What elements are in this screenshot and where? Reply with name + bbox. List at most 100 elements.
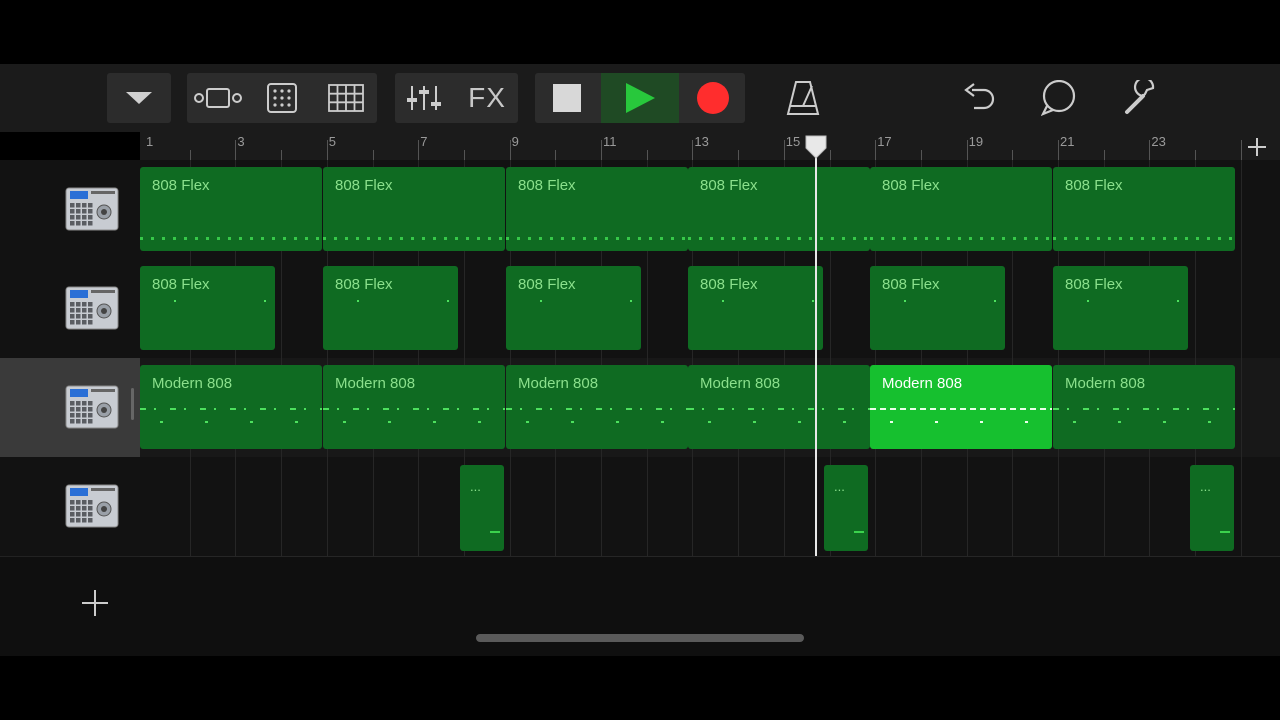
track-lane[interactable]: ......... xyxy=(140,457,1280,557)
region-label: 808 Flex xyxy=(700,177,758,194)
grid-line xyxy=(235,457,237,556)
region-label: 808 Flex xyxy=(518,177,576,194)
region[interactable]: 808 Flex xyxy=(140,266,275,350)
midi-notes xyxy=(506,421,688,423)
ruler-tick xyxy=(1058,140,1059,160)
midi-notes xyxy=(870,237,1052,240)
midi-notes xyxy=(323,421,505,423)
drum-machine-icon xyxy=(65,484,119,528)
region-label: ... xyxy=(470,479,481,494)
region[interactable]: 808 Flex xyxy=(688,167,870,251)
instrument-view-button[interactable] xyxy=(251,73,313,123)
midi-notes xyxy=(688,408,870,410)
playhead[interactable] xyxy=(815,140,817,556)
track-controls-button[interactable] xyxy=(395,73,453,123)
chevron-down-icon xyxy=(126,92,152,104)
region[interactable]: 808 Flex xyxy=(870,167,1052,251)
track-header[interactable] xyxy=(0,457,140,557)
region[interactable]: 808 Flex xyxy=(323,266,458,350)
midi-notes xyxy=(870,421,1052,423)
ruler-tick xyxy=(372,150,374,160)
ruler-tick xyxy=(418,140,420,160)
grid-line xyxy=(738,457,740,556)
drum-pad-icon xyxy=(267,83,297,113)
region[interactable]: 808 Flex xyxy=(1053,167,1235,251)
loops-browser-button[interactable] xyxy=(1034,73,1084,123)
grid-line xyxy=(281,457,283,556)
ruler-tick xyxy=(646,150,648,160)
play-icon xyxy=(626,83,655,113)
region[interactable]: Modern 808 xyxy=(870,365,1052,449)
record-icon xyxy=(697,82,729,114)
region[interactable]: ... xyxy=(1190,465,1234,551)
track-lane[interactable]: Modern 808 Modern 808 Modern 808 Modern 808… xyxy=(140,358,1280,458)
grid-line xyxy=(1240,160,1242,259)
region-label: 808 Flex xyxy=(1065,276,1123,293)
region[interactable]: Modern 808 xyxy=(323,365,505,449)
add-track-button[interactable] xyxy=(80,588,110,623)
track-lane[interactable]: 808 Flex 808 Flex 808 Flex 808 Flex 808 Flex… xyxy=(140,259,1280,359)
region[interactable]: Modern 808 xyxy=(1053,365,1235,449)
ruler-tick xyxy=(509,140,511,160)
timeline-ruler[interactable]: 1 3 5 7 9 11 13 15 17 19 21 23 xyxy=(140,132,1280,160)
grid-line xyxy=(1012,259,1014,358)
ruler-tick xyxy=(920,150,922,160)
play-button[interactable] xyxy=(601,73,679,123)
settings-button[interactable] xyxy=(1116,73,1166,123)
undo-icon xyxy=(964,83,995,110)
horizontal-scrollbar[interactable] xyxy=(476,634,804,642)
tracks-view-icon xyxy=(194,88,242,108)
midi-notes xyxy=(323,237,505,240)
bar-number: 13 xyxy=(694,134,709,149)
grid-line xyxy=(326,457,328,556)
region-label: 808 Flex xyxy=(1065,177,1123,194)
region[interactable]: ... xyxy=(460,465,504,551)
region-label: 808 Flex xyxy=(335,177,393,194)
region[interactable]: Modern 808 xyxy=(506,365,688,449)
track-header[interactable] xyxy=(0,358,140,458)
tracks-view-button[interactable] xyxy=(187,73,249,123)
region-label: ... xyxy=(1200,479,1211,494)
track-header[interactable] xyxy=(0,160,140,260)
track-resize-handle[interactable] xyxy=(131,388,134,420)
metronome-button[interactable] xyxy=(776,73,830,123)
stop-button[interactable] xyxy=(535,73,599,123)
live-loops-button[interactable] xyxy=(315,73,377,123)
grid-line xyxy=(829,259,831,358)
ruler-tick xyxy=(601,140,602,160)
grid-line xyxy=(1240,259,1242,358)
midi-notes xyxy=(140,237,322,240)
region[interactable]: 808 Flex xyxy=(1053,266,1188,350)
grid-line xyxy=(920,457,922,556)
midi-notes xyxy=(870,408,1052,410)
bar-number: 23 xyxy=(1151,134,1166,149)
region[interactable]: Modern 808 xyxy=(688,365,870,449)
region-label: Modern 808 xyxy=(518,375,599,392)
record-button[interactable] xyxy=(681,73,745,123)
grid-line xyxy=(1058,457,1059,556)
grid-line xyxy=(692,457,694,556)
ruler-tick xyxy=(326,140,328,160)
region[interactable]: 808 Flex xyxy=(506,167,688,251)
region[interactable]: Modern 808 xyxy=(140,365,322,449)
grid-line xyxy=(463,259,465,358)
track-header[interactable] xyxy=(0,259,140,359)
region[interactable]: ... xyxy=(824,465,868,551)
region[interactable]: 808 Flex xyxy=(688,266,823,350)
mix-fx-group: FX xyxy=(395,73,518,123)
view-buttons-group xyxy=(187,73,377,123)
browser-menu-button[interactable] xyxy=(107,73,171,123)
playhead-handle[interactable] xyxy=(804,134,828,165)
region[interactable]: 808 Flex xyxy=(506,266,641,350)
plus-icon xyxy=(1248,138,1266,156)
region[interactable]: 808 Flex xyxy=(323,167,505,251)
track-lane[interactable]: 808 Flex 808 Flex 808 Flex 808 Flex 808 Flex… xyxy=(140,160,1280,260)
region-label: 808 Flex xyxy=(518,276,576,293)
region[interactable]: 808 Flex xyxy=(140,167,322,251)
bar-number: 9 xyxy=(511,134,519,149)
undo-button[interactable] xyxy=(954,73,1004,123)
region-label: Modern 808 xyxy=(335,375,416,392)
region[interactable]: 808 Flex xyxy=(870,266,1005,350)
midi-notes xyxy=(140,421,322,423)
fx-button[interactable]: FX xyxy=(457,73,517,123)
